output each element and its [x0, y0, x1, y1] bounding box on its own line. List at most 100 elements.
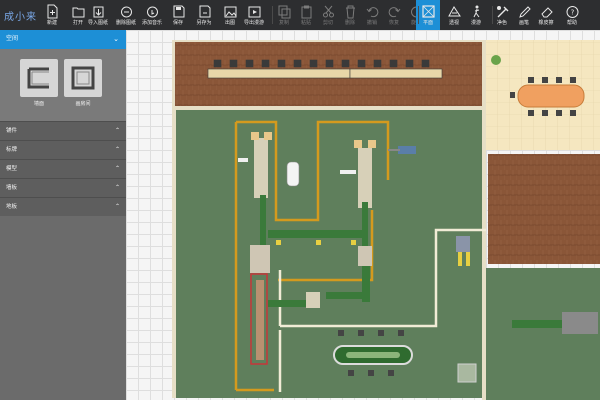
toolbar-button-label: 保存 [172, 20, 183, 26]
save-icon [173, 5, 184, 18]
chevron-up-icon: ⌃ [114, 147, 120, 153]
toolbar-button-label: 帮助 [566, 20, 577, 26]
toolbar-button-label: 导出漫游 [243, 20, 264, 26]
section-floors[interactable]: 地板 ⌃ [0, 197, 126, 216]
import-icon [93, 6, 103, 18]
panel-header-space[interactable]: 空间 ⌄ [0, 30, 126, 49]
cut-icon [322, 5, 334, 18]
open-folder-icon [72, 7, 84, 18]
toolbar-button-label: 画笔 [518, 20, 529, 26]
toolbar-button-label: 橡皮擦 [538, 20, 554, 26]
save-as-icon [199, 5, 210, 18]
svg-text:?: ? [570, 9, 574, 17]
eraser-icon [540, 7, 553, 18]
music-icon [146, 6, 158, 18]
cut-button[interactable]: 剪切 [316, 0, 340, 30]
toolbar-button-label: 添加音乐 [141, 20, 162, 26]
toolbar-button-label: 剪切 [322, 20, 333, 26]
section-items[interactable]: 铺件 ⌃ [0, 121, 126, 140]
redo-button[interactable]: 恢复 [382, 0, 406, 30]
storage-box [457, 363, 477, 383]
tour-button[interactable]: 漫游 [464, 0, 488, 30]
trash-icon [345, 5, 355, 19]
panel-header-label: 空间 [6, 36, 19, 42]
new-file-icon [47, 4, 57, 19]
export-image-button[interactable]: 出图 [218, 0, 242, 30]
help-icon: ? [566, 6, 578, 18]
room-workshop [176, 110, 486, 398]
toolbar-button-label: 漫游 [470, 20, 481, 26]
paste-button[interactable]: 粘贴 [294, 0, 318, 30]
toolbar-separator [492, 6, 493, 24]
section-label: 标牌 [6, 147, 18, 153]
chevron-up-icon: ⌃ [114, 204, 120, 210]
export-tour-button[interactable]: 导出漫游 [242, 0, 266, 30]
undo-button[interactable]: 撤销 [360, 0, 384, 30]
section-wall-panels[interactable]: 墙板 ⌃ [0, 178, 126, 197]
toolbar-button-label: 删除图纸 [115, 20, 136, 26]
section-label: 铺件 [6, 128, 18, 134]
room-wood-right [488, 154, 600, 264]
wall-tool-button[interactable] [20, 59, 58, 97]
divider-wall [482, 40, 486, 400]
toolbar-button-label: 复制 [278, 20, 289, 26]
save-as-button[interactable]: 另存为 [192, 0, 216, 30]
chevron-down-icon: ⌄ [113, 36, 119, 43]
draw-room-button[interactable] [64, 59, 102, 97]
draw-room-label: 画房间 [75, 101, 91, 107]
toolbar-button-label: 删除 [344, 20, 355, 26]
toolbar-button-label: 出图 [224, 20, 235, 26]
perspective-button[interactable]: 透视 [442, 0, 466, 30]
help-button[interactable]: ? 帮助 [560, 0, 584, 30]
copy-icon [278, 5, 290, 19]
add-music-button[interactable]: 添加音乐 [140, 0, 164, 30]
save-button[interactable]: 保存 [166, 0, 190, 30]
section-label: 墙板 [6, 185, 18, 191]
delete-drawing-button[interactable]: 删除图纸 [114, 0, 138, 30]
section-label: 地板 [6, 204, 18, 210]
toolbar-button-label: 另存为 [196, 20, 212, 26]
top-toolbar: 成小来 新建 打开 导入图纸 删除图纸 添加音乐 保存 另存为 出图 导出漫游 复制 粘贴 剪切 删除撤… [0, 0, 600, 30]
toolbar-button-label: 撤销 [366, 20, 377, 26]
draw-room-icon [71, 66, 95, 90]
paste-icon [301, 5, 311, 19]
section-signs[interactable]: 标牌 ⌃ [0, 140, 126, 159]
walk-icon [473, 5, 479, 18]
copy-button[interactable]: 复制 [272, 0, 296, 30]
toolbar-separator [272, 6, 273, 24]
export-tour-icon [248, 6, 260, 18]
wall-tool-label: 墙面 [33, 101, 44, 107]
toolbar-button-label: 新建 [46, 20, 57, 26]
section-models[interactable]: 模型 ⌃ [0, 159, 126, 178]
floor-plan[interactable] [126, 30, 600, 400]
toolbar-separator [418, 6, 419, 24]
redo-icon [388, 7, 400, 18]
toolbar-button-label: 导入图纸 [87, 20, 108, 26]
delete-button[interactable]: 删除 [338, 0, 362, 30]
pen-icon [518, 6, 531, 18]
wall-tool-icon [27, 67, 49, 89]
undo-icon [366, 7, 378, 18]
app-logo: 成小来 [4, 12, 37, 23]
panel-empty-area [0, 228, 126, 400]
delete-drawing-icon [120, 6, 132, 18]
section-label: 模型 [6, 166, 18, 172]
import-button[interactable]: 导入图纸 [86, 0, 110, 30]
design-canvas[interactable] [126, 30, 600, 400]
toolbar-button-label: 净色 [496, 20, 507, 26]
clean-color-icon [496, 6, 508, 18]
new-button[interactable]: 新建 [40, 0, 64, 30]
vehicle [286, 161, 300, 187]
plan-view-icon [421, 5, 435, 18]
toolbar-button-label: 恢复 [388, 20, 399, 26]
toolbar-button-label: 透视 [448, 20, 459, 26]
clean-button[interactable]: 净色 [490, 0, 514, 30]
perspective-icon [447, 6, 461, 17]
toolbar-button-label: 平面 [422, 20, 433, 26]
eraser-button[interactable]: 橡皮擦 [534, 0, 558, 30]
pen-button[interactable]: 画笔 [512, 0, 536, 30]
space-tools: 墙面 画房间 [0, 49, 126, 121]
plan-view-button[interactable]: 平面 [416, 0, 440, 30]
plant-pot [491, 55, 501, 65]
chevron-up-icon: ⌃ [114, 128, 120, 134]
